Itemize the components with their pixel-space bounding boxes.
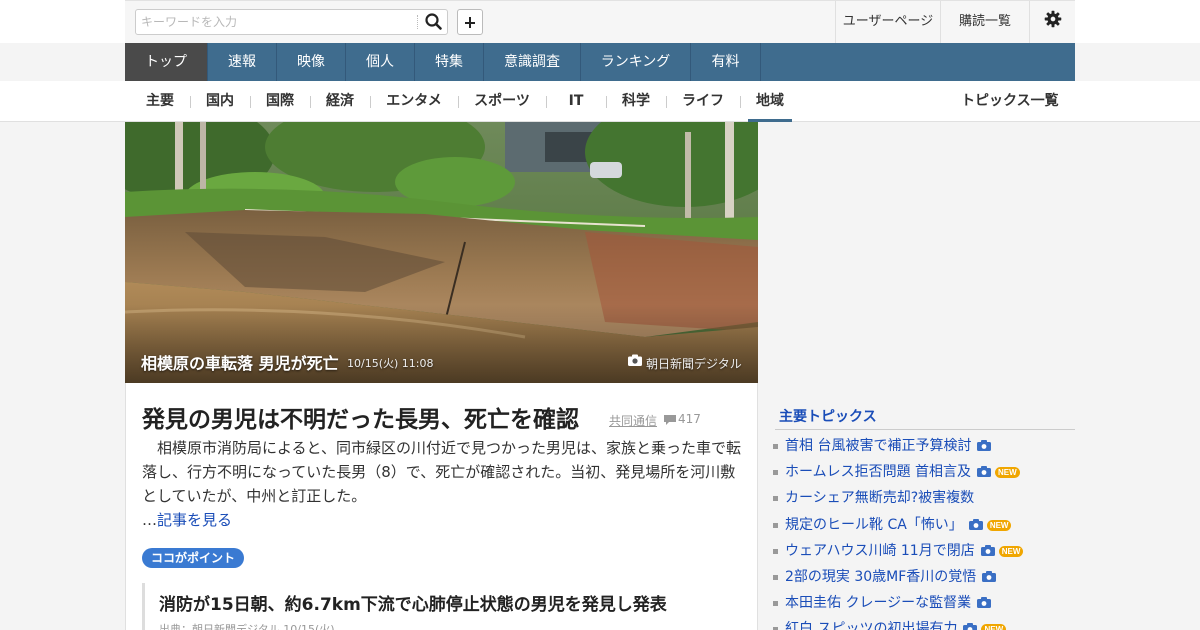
search-divider [417, 15, 418, 29]
hero-timestamp: 10/15(火) 11:08 [347, 357, 434, 370]
camera-icon [963, 623, 978, 630]
comment-count[interactable]: 417 [678, 412, 701, 426]
topic-item[interactable]: 本田圭佑 クレージーな監督業 [773, 590, 1075, 616]
topic-link[interactable]: ホームレス拒否問題 首相言及 [785, 464, 971, 480]
user-page-link[interactable]: ユーザーページ [835, 1, 940, 43]
lead-article: 発見の男児は不明だった長男、死亡を確認 共同通信 417 相模原市消防局によると… [125, 383, 758, 630]
category-separator [370, 96, 371, 108]
search-button[interactable] [423, 12, 445, 32]
read-more-link[interactable]: 記事を見る [157, 511, 232, 529]
category-life[interactable]: ライフ [676, 81, 730, 122]
new-badge: NEW [998, 545, 1024, 557]
camera-icon [977, 440, 992, 451]
point-badge: ココがポイント [142, 548, 245, 568]
new-badge: NEW [986, 519, 1012, 531]
hero-source: 朝日新聞デジタル [646, 357, 742, 371]
topic-item[interactable]: 2部の現実 30歳MF香川の覚悟 [773, 564, 1075, 590]
tab-feature[interactable]: 特集 [415, 43, 484, 81]
bullet-icon [773, 548, 778, 554]
topics-list-link[interactable]: トピックス一覧 [961, 81, 1059, 122]
tab-breaking[interactable]: 速報 [208, 43, 277, 81]
article-summary: 相模原市消防局によると、同市緑区の川付近で見つかった男児は、家族と乗った車で転落… [142, 439, 741, 505]
camera-icon [982, 570, 997, 582]
main-nav: トップ 速報 映像 個人 特集 意識調査 ランキング 有料 [125, 43, 1075, 81]
topic-link[interactable]: ウェアハウス川崎 11月で閉店 [785, 543, 975, 559]
category-separator [250, 96, 251, 108]
gear-icon [1044, 10, 1061, 28]
camera-icon [977, 466, 992, 478]
topic-item[interactable]: 首相 台風被害で補正予算検討 [773, 433, 1075, 459]
category-separator [606, 96, 607, 108]
point-source: 出典：朝日新聞デジタル 10/15(火) [159, 623, 335, 630]
category-separator [546, 96, 547, 108]
new-badge: NEW [995, 467, 1020, 479]
tab-top[interactable]: トップ [125, 43, 208, 81]
topic-item[interactable]: 規定のヒール靴 CA「怖い」 NEW [773, 512, 1075, 538]
tab-paid[interactable]: 有料 [691, 43, 761, 81]
read-more-ellipsis: … [142, 511, 157, 529]
subscriptions-link[interactable]: 購読一覧 [940, 1, 1029, 43]
top-bar: ユーザーページ 購読一覧 [0, 0, 1200, 43]
bullet-icon [773, 574, 778, 580]
main-topics-list: 首相 台風被害で補正予算検討 ホームレス拒否問題 首相言及 NEW カーシェア無断売却… [773, 433, 1075, 630]
bullet-icon [773, 496, 778, 502]
category-science[interactable]: 科学 [616, 81, 656, 122]
landslide-photo [125, 122, 758, 383]
category-nav: 主要 国内 国際 経済 エンタメ スポーツ IT 科学 ライフ 地域 トピックス… [0, 81, 1200, 122]
tab-individual[interactable]: 個人 [346, 43, 415, 81]
article-source-link[interactable]: 共同通信 [609, 412, 657, 429]
point-block: 消防が15日朝、約6.7km下流で心肺停止状態の男児を発見し発表 出典：朝日新聞… [142, 583, 742, 630]
topic-link[interactable]: 首相 台風被害で補正予算検討 [785, 438, 971, 454]
category-it[interactable]: IT [556, 81, 596, 122]
bullet-icon [773, 522, 778, 528]
topic-link[interactable]: カーシェア無断売却?被害複数 [785, 490, 974, 506]
category-separator [740, 96, 741, 108]
bullet-icon [773, 470, 778, 476]
hero-photo[interactable]: 相模原の車転落 男児が死亡 10/15(火) 11:08 朝日新聞デジタル [125, 122, 758, 383]
category-economy[interactable]: 経済 [320, 81, 360, 122]
hero-caption[interactable]: 相模原の車転落 男児が死亡 [141, 350, 339, 374]
topic-link[interactable]: 本田圭佑 クレージーな監督業 [785, 595, 971, 611]
tab-ranking[interactable]: ランキング [581, 43, 691, 81]
category-main[interactable]: 主要 [140, 81, 180, 122]
topic-link[interactable]: 2部の現実 30歳MF香川の覚悟 [785, 569, 976, 585]
category-sports[interactable]: スポーツ [468, 81, 536, 122]
category-local[interactable]: 地域 [748, 81, 792, 122]
bullet-icon [773, 444, 778, 449]
camera-icon [977, 597, 992, 609]
top-bar-inner: ユーザーページ 購読一覧 [125, 0, 1075, 43]
category-separator [458, 96, 459, 108]
new-badge: NEW [981, 624, 1007, 630]
settings-button[interactable] [1029, 1, 1075, 43]
topic-item[interactable]: ウェアハウス川崎 11月で閉店 NEW [773, 538, 1075, 564]
search-icon [425, 13, 442, 30]
point-title[interactable]: 消防が15日朝、約6.7km下流で心肺停止状態の男児を発見し発表 [159, 590, 667, 615]
category-separator [666, 96, 667, 108]
bullet-icon [773, 601, 778, 607]
tab-video[interactable]: 映像 [277, 43, 346, 81]
topic-link[interactable]: 規定のヒール靴 CA「怖い」 [785, 517, 963, 533]
category-entertainment[interactable]: エンタメ [380, 81, 448, 122]
category-separator [310, 96, 311, 108]
read-more: …記事を見る [142, 509, 232, 530]
main-topics-title: 主要トピックス [779, 409, 877, 425]
main-topics-heading: 主要トピックス [775, 404, 1075, 430]
topic-item[interactable]: 紅白 スピッツの初出場有力 NEW [773, 616, 1075, 630]
tab-survey[interactable]: 意識調査 [484, 43, 581, 81]
category-separator [190, 96, 191, 108]
topic-item[interactable]: ホームレス拒否問題 首相言及 NEW [773, 459, 1075, 485]
topic-item[interactable]: カーシェア無断売却?被害複数 [773, 485, 1075, 511]
add-button[interactable] [457, 9, 483, 35]
topic-link[interactable]: 紅白 スピッツの初出場有力 [785, 621, 957, 630]
comment-icon [664, 415, 676, 425]
search-box [135, 9, 448, 35]
camera-icon [968, 518, 983, 530]
article-headline[interactable]: 発見の男児は不明だった長男、死亡を確認 [142, 400, 579, 434]
category-domestic[interactable]: 国内 [200, 81, 240, 122]
category-world[interactable]: 国際 [260, 81, 300, 122]
search-input[interactable] [136, 10, 416, 34]
camera-icon [980, 544, 995, 556]
camera-icon [628, 354, 642, 366]
